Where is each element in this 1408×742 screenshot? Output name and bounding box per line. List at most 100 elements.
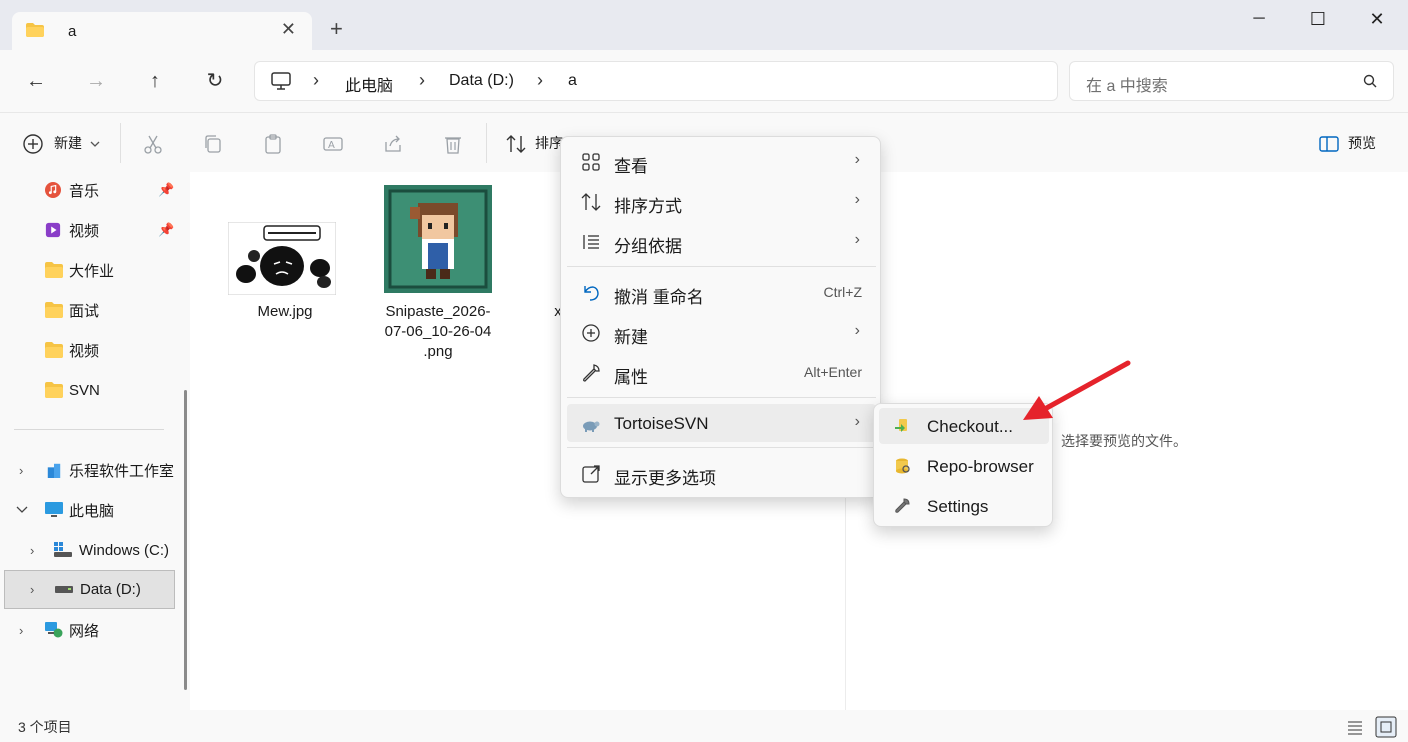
maximize-button[interactable]: ☐ — [1289, 6, 1347, 32]
navigation-pane: 音乐 📌 视频 📌 大作业 面试 视频 SVN › 乐程软件工作室 此电脑 › … — [0, 172, 190, 710]
new-button[interactable]: 新建 — [54, 131, 82, 155]
annotation-arrow-icon — [1023, 360, 1131, 420]
menu-item-shortcut: Alt+Enter — [804, 364, 862, 380]
undo-icon — [584, 286, 599, 301]
building-icon — [47, 463, 61, 478]
menu-item-new[interactable]: 新建 › — [567, 313, 876, 351]
menu-item-settings[interactable]: Settings — [879, 488, 1049, 524]
folder-icon — [26, 23, 44, 37]
preview-pane-icon — [1319, 136, 1339, 152]
breadcrumb-data-d[interactable]: Data (D:) — [449, 72, 514, 90]
chevron-right-icon[interactable]: › — [30, 582, 34, 597]
folder-icon — [45, 382, 63, 398]
up-button[interactable]: ↑ — [141, 68, 169, 94]
menu-item-label: Settings — [927, 497, 989, 516]
sidebar-item-label: 大作业 — [69, 262, 115, 280]
delete-icon[interactable] — [442, 133, 464, 155]
add-circle-icon — [23, 134, 43, 154]
chevron-right-icon: › — [854, 413, 860, 430]
sidebar-item-svn[interactable]: SVN — [0, 372, 180, 408]
menu-item-sort[interactable]: 排序方式 › — [567, 182, 876, 220]
open-external-icon — [582, 465, 600, 483]
sidebar-item-label: 乐程软件工作室 — [69, 462, 175, 480]
menu-item-properties[interactable]: 属性 Alt+Enter — [567, 353, 876, 391]
menu-item-label: 查看 — [614, 157, 648, 176]
sidebar-item-label: 视频 — [69, 222, 100, 240]
folder-icon — [45, 262, 63, 278]
minimize-button[interactable]: ─ — [1230, 6, 1288, 32]
sidebar-item-network[interactable]: › 网络 — [0, 612, 180, 648]
tortoise-icon — [583, 421, 600, 432]
svg-text:A: A — [328, 140, 335, 151]
menu-item-show-more-options[interactable]: 显示更多选项 — [567, 454, 876, 492]
menu-separator — [567, 397, 876, 398]
menu-item-undo-rename[interactable]: 撤消 重命名 Ctrl+Z — [567, 273, 876, 311]
refresh-button[interactable]: ↻ — [201, 68, 229, 94]
address-row: ← → ↑ ↻ › 此电脑 › Data (D:) › a 在 a 中搜索 — [0, 50, 1408, 112]
computer-icon — [45, 502, 63, 517]
menu-separator — [567, 447, 876, 448]
preview-button[interactable]: 预览 — [1348, 131, 1376, 155]
preview-empty-text: 选择要预览的文件。 — [1061, 433, 1187, 449]
computer-icon — [271, 72, 291, 90]
sidebar-item-folder[interactable]: 大作业 — [0, 252, 180, 288]
sidebar-item-label: 视频 — [69, 342, 100, 360]
back-button[interactable]: ← — [22, 68, 50, 94]
sidebar-item-this-pc[interactable]: 此电脑 — [0, 492, 180, 528]
chevron-right-icon: › — [854, 191, 860, 208]
chevron-down-icon — [90, 141, 100, 147]
chevron-right-icon[interactable]: › — [19, 623, 23, 638]
forward-button[interactable]: → — [82, 68, 110, 94]
add-circle-icon — [582, 324, 600, 342]
video-icon — [45, 222, 61, 238]
breadcrumb-this-pc[interactable]: 此电脑 — [345, 72, 393, 96]
sidebar-item-folder[interactable]: 视频 — [0, 332, 180, 368]
thumbnail-view-icon[interactable] — [1375, 716, 1397, 738]
menu-item-label: 分组依据 — [614, 237, 682, 256]
chevron-right-icon[interactable]: › — [19, 463, 23, 478]
network-icon — [45, 622, 63, 638]
address-bar[interactable]: › 此电脑 › Data (D:) › a — [254, 61, 1058, 101]
breadcrumb-separator: › — [537, 70, 543, 90]
cut-icon[interactable] — [142, 133, 164, 155]
tab-a[interactable]: a ✕ — [12, 12, 312, 50]
close-button[interactable]: ✕ — [1348, 6, 1406, 32]
sidebar-item-drive-c[interactable]: › Windows (C:) — [0, 532, 180, 568]
repo-browser-icon — [896, 458, 910, 474]
menu-item-label: 排序方式 — [614, 197, 682, 216]
title-bar: a ✕ + ─ ☐ ✕ — [0, 0, 1408, 50]
sidebar-scrollbar[interactable] — [184, 390, 187, 690]
wrench-icon — [583, 364, 600, 382]
windows-drive-icon — [54, 542, 72, 557]
share-icon[interactable] — [382, 133, 404, 155]
new-tab-button[interactable]: + — [330, 18, 343, 40]
menu-item-view[interactable]: 查看 › — [567, 142, 876, 180]
sidebar-item-videos[interactable]: 视频 📌 — [0, 212, 180, 248]
menu-item-label: TortoiseSVN — [614, 414, 709, 433]
breadcrumb-a[interactable]: a — [568, 72, 577, 90]
sidebar-item-label: 此电脑 — [69, 502, 115, 520]
sidebar-item-label: 面试 — [69, 302, 100, 320]
menu-item-repo-browser[interactable]: Repo-browser — [879, 448, 1049, 484]
menu-item-tortoisesvn[interactable]: TortoiseSVN › — [567, 404, 876, 442]
sidebar-item-workspace[interactable]: › 乐程软件工作室 — [0, 452, 180, 488]
sidebar-divider — [14, 429, 164, 430]
divider — [486, 123, 487, 163]
tab-close-icon[interactable]: ✕ — [281, 19, 296, 40]
menu-item-group-by[interactable]: 分组依据 › — [567, 222, 876, 260]
menu-separator — [567, 266, 876, 267]
details-view-icon[interactable] — [1344, 716, 1366, 738]
pin-icon: 📌 — [158, 182, 175, 197]
paste-icon[interactable] — [262, 133, 284, 155]
chevron-right-icon: › — [854, 322, 860, 339]
search-box[interactable]: 在 a 中搜索 — [1069, 61, 1394, 101]
copy-icon[interactable] — [202, 133, 224, 155]
chevron-down-icon[interactable] — [16, 506, 28, 514]
sidebar-item-drive-d[interactable]: › Data (D:) — [4, 570, 175, 609]
sidebar-item-folder[interactable]: 面试 — [0, 292, 180, 328]
image-thumbnail — [228, 222, 336, 295]
rename-icon[interactable]: A — [322, 133, 344, 155]
chevron-right-icon[interactable]: › — [30, 543, 34, 558]
sort-button[interactable]: 排序 — [535, 131, 563, 155]
sidebar-item-music[interactable]: 音乐 📌 — [0, 172, 180, 208]
